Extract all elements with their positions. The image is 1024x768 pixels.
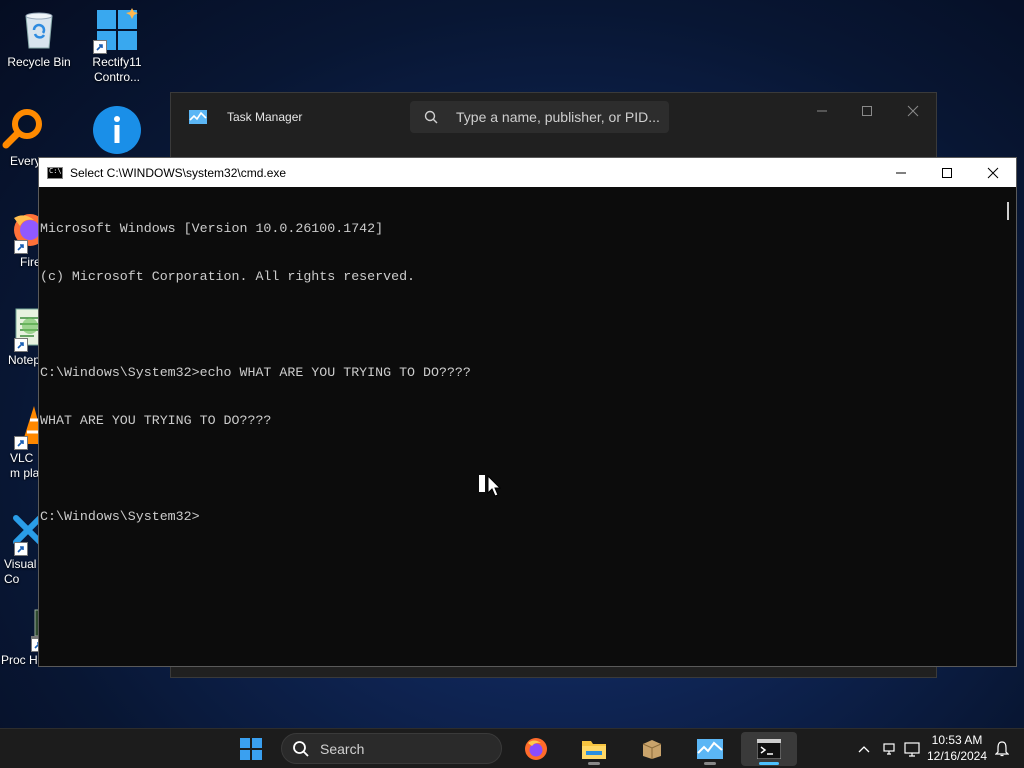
desktop: Recycle Bin Rectify11 Contro... Every Fi… — [0, 0, 1024, 728]
task-manager-minimize-button[interactable] — [805, 101, 839, 121]
folder-icon — [582, 741, 606, 759]
console-line: Microsoft Windows [Version 10.0.26100.17… — [40, 221, 384, 236]
taskbar-firefox-button[interactable] — [516, 732, 556, 766]
search-placeholder: Type a name, publisher, or PID... — [456, 109, 660, 125]
console-prompt-line: C:\Windows\System32> — [40, 509, 200, 524]
bell-icon — [995, 741, 1009, 757]
cmd-scrollbar[interactable] — [1000, 187, 1016, 666]
desktop-icon-recycle-bin[interactable]: Recycle Bin — [0, 8, 78, 70]
windows-logo-icon — [93, 8, 139, 54]
taskbar-terminal-button[interactable] — [741, 732, 797, 766]
monitor-icon — [904, 742, 920, 757]
task-manager-maximize-button[interactable] — [850, 101, 884, 121]
cmd-window-title: Select C:\WINDOWS\system32\cmd.exe — [70, 165, 287, 180]
task-manager-title: Task Manager — [227, 110, 303, 124]
task-manager-icon — [189, 110, 207, 124]
taskbar-package-button[interactable] — [632, 732, 672, 766]
cmd-window[interactable]: C:\ Select C:\WINDOWS\system32\cmd.exe M… — [38, 157, 1017, 667]
clock-date: 12/16/2024 — [926, 749, 988, 763]
tray-network-button[interactable] — [878, 729, 900, 768]
package-icon — [642, 740, 662, 759]
start-button[interactable] — [231, 732, 271, 766]
taskbar: Search 10:53 AM 12/16/2024 — [0, 728, 1024, 768]
clock-time: 10:53 AM — [931, 733, 983, 747]
windows-logo-icon — [240, 738, 262, 760]
search-icon — [424, 110, 438, 124]
console-line: (c) Microsoft Corporation. All rights re… — [40, 269, 416, 284]
taskbar-search-label: Search — [320, 740, 365, 757]
cmd-close-button[interactable] — [970, 158, 1016, 187]
console-output[interactable]: Microsoft Windows [Version 10.0.26100.17… — [39, 187, 1000, 666]
console-icon: C:\ — [47, 166, 63, 179]
scrollbar-thumb[interactable] — [1007, 202, 1009, 220]
recycle-bin-icon — [17, 8, 61, 52]
cmd-titlebar[interactable]: C:\ Select C:\WINDOWS\system32\cmd.exe — [39, 158, 1016, 187]
desktop-icon-rectify11[interactable]: Rectify11 Contro... — [78, 8, 156, 85]
desktop-icon-label: Visual Co — [4, 557, 37, 586]
close-icon — [987, 167, 999, 178]
desktop-icon-label: Recycle Bin — [7, 55, 71, 69]
shortcut-arrow-icon — [14, 542, 28, 556]
running-indicator — [588, 762, 600, 765]
console-line: C:\Windows\System32>echo WHAT ARE YOU TR… — [40, 365, 471, 380]
shortcut-arrow-icon — [14, 436, 28, 450]
shortcut-arrow-icon — [14, 338, 28, 352]
taskbar-clock[interactable]: 10:53 AM 12/16/2024 — [922, 732, 992, 764]
console-line: WHAT ARE YOU TRYING TO DO???? — [40, 413, 272, 428]
terminal-icon — [757, 739, 781, 759]
mouse-cursor-icon — [479, 474, 501, 497]
taskbar-task-manager-button[interactable] — [690, 732, 730, 766]
cmd-maximize-button[interactable] — [924, 158, 970, 187]
shortcut-arrow-icon — [93, 40, 107, 54]
magnifier-icon — [0, 107, 44, 151]
show-hidden-icons-button[interactable] — [855, 729, 873, 768]
search-icon — [293, 740, 309, 757]
task-manager-search-input[interactable]: Type a name, publisher, or PID... — [410, 101, 669, 133]
taskbar-search-box[interactable]: Search — [281, 733, 502, 764]
network-icon — [883, 743, 895, 755]
notifications-button[interactable] — [992, 729, 1012, 768]
info-icon — [93, 106, 141, 154]
maximize-icon — [942, 167, 952, 178]
shortcut-arrow-icon — [14, 240, 28, 254]
running-indicator — [704, 762, 716, 765]
minimize-icon — [896, 172, 906, 173]
task-manager-icon — [697, 739, 723, 759]
task-manager-close-button[interactable] — [896, 101, 930, 121]
desktop-icon-info[interactable] — [92, 106, 142, 157]
taskbar-file-explorer-button[interactable] — [574, 732, 614, 766]
firefox-icon — [525, 738, 547, 760]
cmd-minimize-button[interactable] — [878, 158, 924, 187]
desktop-icon-label: VLC m pla — [10, 451, 40, 480]
desktop-icon-label: Rectify11 Contro... — [92, 55, 142, 84]
running-indicator — [759, 762, 779, 765]
chevron-up-icon — [858, 746, 870, 753]
tray-monitor-button[interactable] — [902, 729, 924, 768]
